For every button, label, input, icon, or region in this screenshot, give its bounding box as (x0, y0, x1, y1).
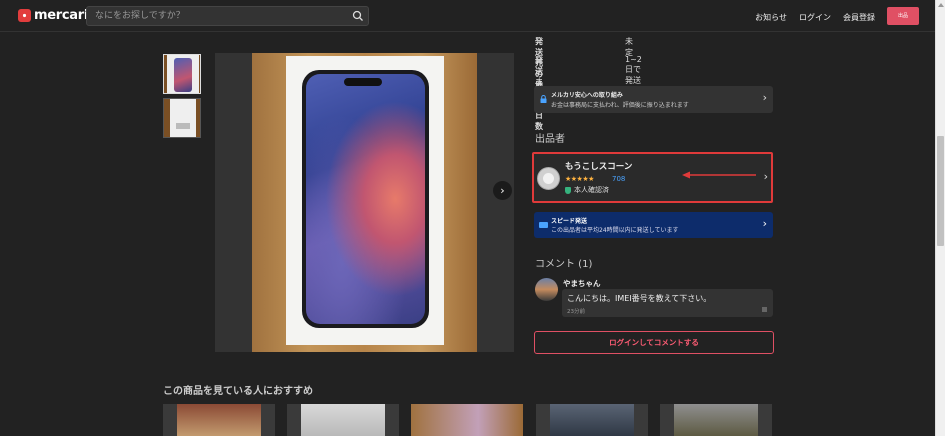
speed-title: スピード発送 (551, 218, 588, 225)
commenter-name[interactable]: やまちゃん (563, 278, 601, 289)
safety-info-card[interactable]: メルカリ安心への取り組み お金は事務局に支払われ、評価後に振り込まれます › (534, 86, 773, 113)
login-to-comment-button[interactable]: ログインしてコメントする (534, 331, 774, 354)
recommend-item[interactable] (163, 404, 275, 436)
signup-link[interactable]: 会員登録 (843, 12, 875, 23)
search-box (86, 6, 369, 26)
seller-name: もうこしスコーン (565, 162, 633, 172)
safety-title: メルカリ安心への取り組み (551, 92, 623, 99)
annotation-arrow-icon (682, 171, 756, 179)
phone-notch (344, 78, 382, 86)
lock-icon (540, 95, 547, 103)
thumbnail-1[interactable] (163, 54, 201, 94)
recommend-title: この商品を見ている人におすすめ (163, 386, 313, 397)
seller-avatar (537, 167, 560, 190)
iphone-illustration (302, 70, 429, 328)
logo-text: mercari (34, 8, 89, 23)
phone-screen (306, 74, 425, 324)
chevron-right-icon: › (762, 217, 767, 230)
sell-button[interactable]: 出品 (887, 7, 919, 25)
rating-count: 708 (612, 175, 626, 183)
search-input[interactable] (87, 7, 347, 25)
verified-label: 本人確認済 (574, 186, 609, 194)
mercari-logo-icon (18, 9, 31, 22)
search-icon[interactable] (352, 10, 364, 22)
shield-icon (565, 186, 571, 194)
comment-bubble: こんにちは。IMEI番号を教えて下さい。 23分前 (562, 289, 773, 317)
recommend-item[interactable] (411, 404, 523, 436)
speed-shipping-card[interactable]: スピード発送 この出品者は平均24時間以内に発送しています › (534, 212, 773, 238)
site-header: mercari お知らせ ログイン 会員登録 出品 (0, 0, 935, 32)
scroll-up-icon[interactable] (938, 3, 944, 7)
login-link[interactable]: ログイン (799, 12, 831, 23)
mercari-logo[interactable]: mercari (18, 8, 88, 23)
header-nav: お知らせ ログイン 会員登録 出品 (755, 7, 919, 25)
comment-text: こんにちは。IMEI番号を教えて下さい。 (567, 294, 712, 303)
recommend-item[interactable] (660, 404, 772, 436)
next-image-button[interactable]: › (493, 181, 512, 200)
scrollbar[interactable] (935, 0, 945, 436)
speed-desc: この出品者は平均24時間以内に発送しています (551, 227, 679, 234)
truck-icon (539, 222, 548, 228)
notifications-link[interactable]: お知らせ (755, 12, 787, 23)
safety-desc: お金は事務局に支払われ、評価後に振り込まれます (551, 102, 689, 109)
seller-section-title: 出品者 (535, 134, 565, 145)
chevron-right-icon: › (763, 170, 768, 183)
shipping-days-value: 1~2日で発送 (625, 55, 642, 85)
chevron-right-icon: › (762, 91, 767, 104)
product-main-image (215, 53, 514, 352)
recommend-item[interactable] (536, 404, 648, 436)
chevron-right-icon: › (500, 184, 505, 197)
commenter-avatar[interactable] (535, 278, 558, 301)
recommend-item[interactable] (287, 404, 399, 436)
flag-icon[interactable] (762, 307, 767, 312)
verified-badge: 本人確認済 (565, 185, 609, 195)
scroll-thumb[interactable] (937, 136, 944, 246)
comment-time: 23分前 (567, 309, 585, 315)
thumbnail-2[interactable] (163, 98, 201, 138)
rating-stars: ★★★★★ (565, 175, 594, 183)
comments-title: コメント (1) (535, 259, 593, 270)
